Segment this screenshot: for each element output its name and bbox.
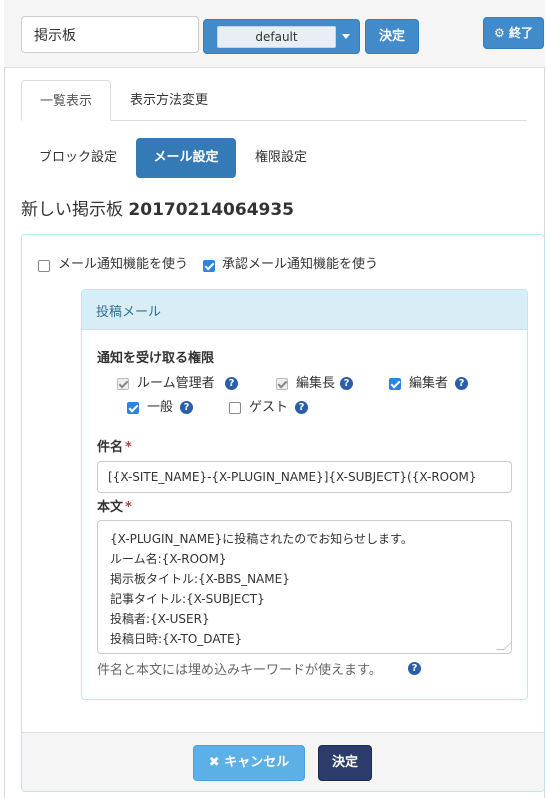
- body-textarea[interactable]: {X-PLUGIN_NAME}に投稿されたのでお知らせします。 ルーム名:{X-…: [97, 520, 512, 654]
- required-mark: *: [125, 440, 132, 455]
- post-mail-heading-text: 投稿メール: [96, 305, 162, 320]
- role-general-checkbox[interactable]: [127, 402, 139, 414]
- page-title-prefix: 新しい掲示板: [21, 200, 123, 220]
- role-chief-editor-checkbox[interactable]: [276, 378, 288, 390]
- pill-mail-settings[interactable]: メール設定: [136, 138, 236, 178]
- question-circle-icon[interactable]: ?: [295, 401, 308, 414]
- question-circle-icon[interactable]: ?: [455, 377, 468, 390]
- pill-permission-settings[interactable]: 権限設定: [240, 138, 322, 178]
- cancel-button[interactable]: ✖ キャンセル: [193, 745, 305, 781]
- exit-button-label: 終了: [508, 26, 533, 40]
- required-mark: *: [125, 500, 132, 515]
- body-line: ルーム名:{X-ROOM}: [110, 552, 227, 566]
- role-guest-checkbox[interactable]: [229, 402, 241, 414]
- subject-label: 件名 *: [97, 436, 132, 455]
- body-line: 投稿者:{X-USER}: [110, 612, 210, 626]
- mail-notify-label: メール通知機能を使う: [58, 257, 189, 272]
- approval-notify-label: 承認メール通知機能を使う: [222, 257, 379, 272]
- cancel-button-label: キャンセル: [224, 755, 290, 770]
- body-line: 記事タイトル:{X-SUBJECT}: [110, 592, 265, 606]
- role-editor-checkbox[interactable]: [389, 378, 401, 390]
- role-guest-label: ゲスト: [249, 400, 289, 415]
- question-circle-icon[interactable]: ?: [180, 401, 193, 414]
- theme-select-value: default: [217, 26, 336, 48]
- post-mail-heading: 投稿メール: [82, 290, 527, 330]
- theme-select[interactable]: default: [203, 19, 360, 54]
- body-label: 本文 *: [97, 496, 132, 515]
- subject-label-text: 件名: [97, 440, 124, 455]
- exit-button[interactable]: ⚙ 終了: [483, 17, 544, 49]
- question-circle-icon[interactable]: ?: [408, 662, 421, 675]
- gear-icon: ⚙: [494, 26, 505, 40]
- question-circle-icon[interactable]: ?: [340, 377, 353, 390]
- tab-display-settings[interactable]: 表示方法変更: [113, 80, 225, 121]
- recipients-label: 通知を受け取る権限: [97, 351, 215, 366]
- approval-notify-checkbox[interactable]: [203, 260, 215, 272]
- role-general-label: 一般: [147, 400, 174, 415]
- page-title-suffix: 20170214064935: [128, 200, 295, 220]
- chevron-down-icon: [342, 34, 350, 39]
- body-line: {X-PLUGIN_NAME}に投稿されたのでお知らせします。: [110, 532, 413, 546]
- pill-block-settings[interactable]: ブロック設定: [24, 138, 132, 178]
- page-title: 新しい掲示板 20170214064935: [21, 197, 294, 223]
- body-label-text: 本文: [97, 500, 124, 515]
- question-circle-icon[interactable]: ?: [225, 377, 238, 390]
- role-room-admin-label: ルーム管理者: [137, 376, 215, 391]
- decide-top-button[interactable]: 決定: [365, 19, 419, 54]
- keyword-hint: 件名と本文には埋め込みキーワードが使えます。: [97, 663, 382, 678]
- role-chief-editor-label: 編集長: [296, 376, 336, 391]
- close-icon: ✖: [208, 755, 220, 770]
- body-line: 掲示板タイトル:{X-BBS_NAME}: [110, 572, 290, 586]
- subject-input[interactable]: [97, 461, 512, 493]
- body-line: 投稿日時:{X-TO_DATE}: [110, 632, 243, 646]
- role-editor-label: 編集者: [409, 376, 449, 391]
- page-name-input[interactable]: [21, 16, 199, 53]
- mail-notify-checkbox[interactable]: [38, 260, 50, 272]
- tab-list-view[interactable]: 一覧表示: [21, 80, 111, 121]
- role-room-admin-checkbox[interactable]: [117, 378, 129, 390]
- decide-bottom-button[interactable]: 決定: [318, 745, 372, 781]
